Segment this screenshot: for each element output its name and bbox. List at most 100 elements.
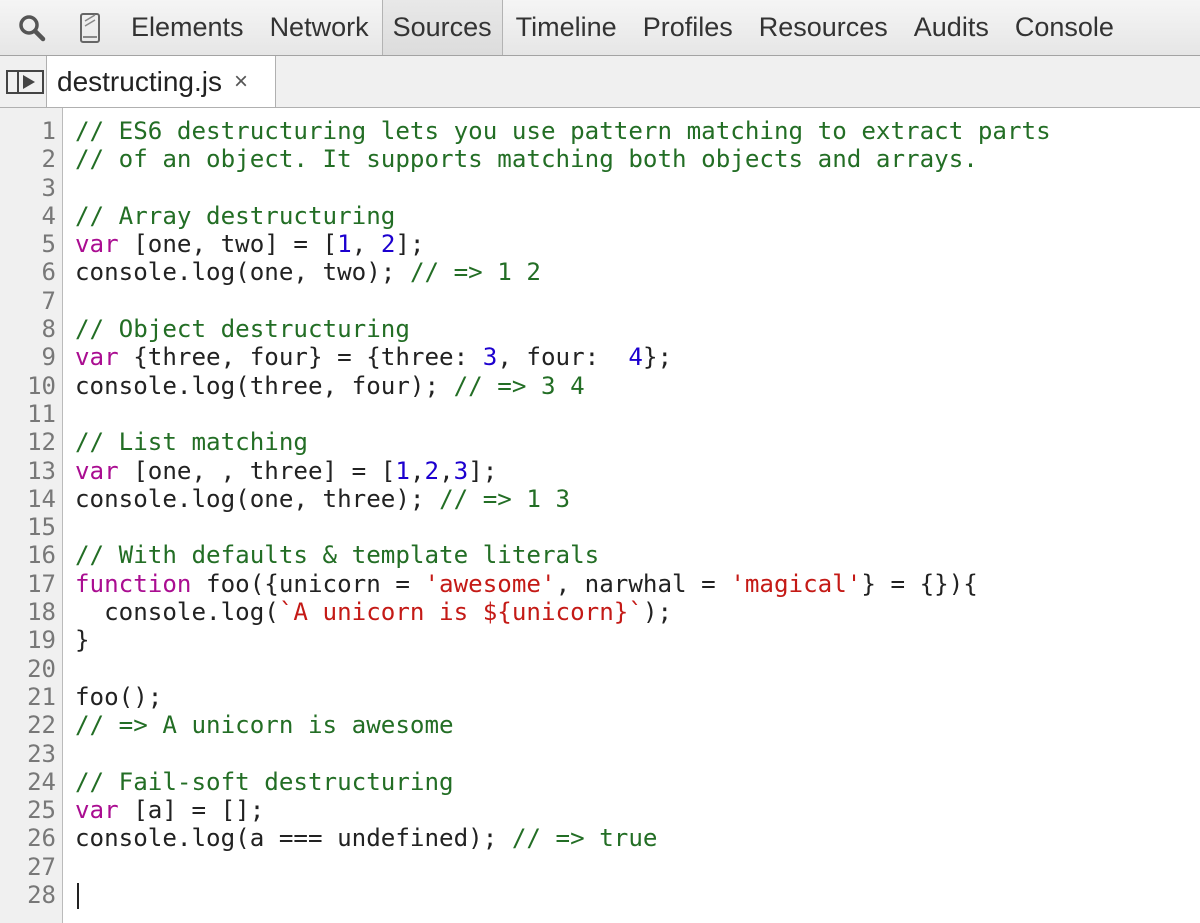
comment-token: // With defaults & template literals	[75, 541, 600, 570]
line-number[interactable]: 1	[0, 117, 56, 145]
code-editor[interactable]: 1 // ES6 destructuring lets you use patte…	[0, 108, 1200, 923]
tab-console[interactable]: Console	[1002, 0, 1127, 55]
tab-sources[interactable]: Sources	[381, 0, 503, 55]
line-number[interactable]: 21	[0, 683, 56, 711]
number-token: 4	[628, 343, 643, 372]
string-token: 'magical'	[730, 569, 862, 598]
code-line: 16 // With defaults & template literals	[0, 541, 1200, 569]
close-icon[interactable]: ×	[234, 69, 248, 94]
line-number[interactable]: 15	[0, 513, 56, 541]
code-line: 2 // of an object. It supports matching b…	[0, 145, 1200, 173]
number-token: 3	[453, 456, 469, 485]
code-line: 15	[0, 513, 1200, 541]
code-line: 20	[0, 655, 1200, 683]
code-line: 5 var [one, two] = [1, 2];	[0, 230, 1200, 258]
tab-audits[interactable]: Audits	[901, 0, 1002, 55]
keyword-token: function	[75, 569, 192, 598]
tab-resources[interactable]: Resources	[746, 0, 901, 55]
code-line: 4 // Array destructuring	[0, 202, 1200, 230]
line-number[interactable]: 12	[0, 428, 56, 456]
code-line: 6 console.log(one, two); // => 1 2	[0, 258, 1200, 286]
keyword-token: var	[75, 456, 119, 485]
navigator-toggle-icon[interactable]	[4, 68, 46, 96]
line-number[interactable]: 28	[0, 881, 56, 909]
code-text: // Fail-soft destructuring	[75, 768, 454, 796]
plain-token: }	[75, 626, 90, 655]
comment-token: // of an object. It supports matching bo…	[75, 145, 978, 174]
comment-token: // List matching	[75, 428, 308, 457]
line-number[interactable]: 18	[0, 598, 56, 626]
line-number[interactable]: 6	[0, 258, 56, 286]
plain-token: };	[642, 343, 673, 372]
line-number[interactable]: 27	[0, 853, 56, 881]
code-text: var [one, , three] = [1,2,3];	[75, 457, 497, 485]
code-text: console.log(one, two); // => 1 2	[75, 258, 541, 286]
tab-network[interactable]: Network	[257, 0, 382, 55]
plain-token: ,	[439, 456, 454, 485]
plain-token: console.log(	[75, 598, 279, 627]
code-line: 22 // => A unicorn is awesome	[0, 711, 1200, 739]
line-number[interactable]: 5	[0, 230, 56, 258]
keyword-token: var	[75, 343, 119, 372]
line-number[interactable]: 23	[0, 740, 56, 768]
line-number[interactable]: 14	[0, 485, 56, 513]
line-number[interactable]: 7	[0, 287, 56, 315]
code-line: 19}	[0, 626, 1200, 654]
code-text: function foo({unicorn = 'awesome', narwh…	[75, 570, 978, 598]
tab-profiles[interactable]: Profiles	[630, 0, 746, 55]
line-number[interactable]: 16	[0, 541, 56, 569]
code-line: 3	[0, 174, 1200, 202]
plain-token: console.log(one, three);	[75, 484, 440, 513]
code-line: 14 console.log(one, three); // => 1 3	[0, 485, 1200, 513]
code-text: // ES6 destructuring lets you use patter…	[75, 117, 1051, 145]
mobile-device-icon[interactable]	[70, 0, 110, 56]
line-number[interactable]: 13	[0, 457, 56, 485]
line-number[interactable]: 26	[0, 824, 56, 852]
line-number[interactable]: 22	[0, 711, 56, 739]
line-number[interactable]: 4	[0, 202, 56, 230]
line-number[interactable]: 2	[0, 145, 56, 173]
code-text: var [a] = [];	[75, 796, 264, 824]
code-line: 21 foo();	[0, 683, 1200, 711]
line-number[interactable]: 17	[0, 570, 56, 598]
line-number[interactable]: 9	[0, 343, 56, 371]
line-number[interactable]: 19	[0, 626, 56, 654]
comment-token: // => 3 4	[453, 371, 585, 400]
comment-token: // Fail-soft destructuring	[75, 767, 454, 796]
plain-token: {three, four} = {three:	[118, 343, 483, 372]
code-text: foo();	[75, 683, 162, 711]
line-number[interactable]: 25	[0, 796, 56, 824]
plain-token: console.log(a === undefined);	[75, 824, 512, 853]
comment-token: // => true	[511, 824, 658, 853]
code-text: console.log(a === undefined); // => true	[75, 824, 658, 852]
line-number[interactable]: 3	[0, 174, 56, 202]
code-text: // of an object. It supports matching bo…	[75, 145, 978, 173]
line-number[interactable]: 24	[0, 768, 56, 796]
number-token: 2	[380, 230, 396, 259]
plain-token: } = {}){	[861, 569, 978, 598]
line-number[interactable]: 10	[0, 372, 56, 400]
comment-token: // => 1 2	[409, 258, 541, 287]
search-icon[interactable]	[12, 0, 52, 56]
plain-token: ];	[395, 230, 425, 259]
code-line: 28	[0, 881, 1200, 910]
plain-token: foo();	[75, 682, 163, 711]
code-text: var {three, four} = {three: 3, four: 4};	[75, 343, 672, 371]
line-number[interactable]: 11	[0, 400, 56, 428]
line-number[interactable]: 20	[0, 655, 56, 683]
tab-elements[interactable]: Elements	[118, 0, 257, 55]
code-text: // List matching	[75, 428, 308, 456]
plain-token: console.log(three, four);	[75, 371, 454, 400]
code-line: 25 var [a] = [];	[0, 796, 1200, 824]
code-line: 18 console.log(`A unicorn is ${unicorn}`…	[0, 598, 1200, 626]
file-tab-bar: destructing.js ×	[0, 56, 1200, 108]
plain-token: [one, two] = [	[118, 230, 338, 259]
code-text: var [one, two] = [1, 2];	[75, 230, 425, 258]
tab-timeline[interactable]: Timeline	[503, 0, 630, 55]
plain-token: );	[642, 598, 673, 627]
file-tab[interactable]: destructing.js ×	[46, 56, 276, 107]
keyword-token: var	[75, 230, 119, 259]
devtools-toolbar: Elements Network Sources Timeline Profiles Re…	[0, 0, 1200, 56]
code-line: 17 function foo({unicorn = 'awesome', nar…	[0, 570, 1200, 598]
line-number[interactable]: 8	[0, 315, 56, 343]
